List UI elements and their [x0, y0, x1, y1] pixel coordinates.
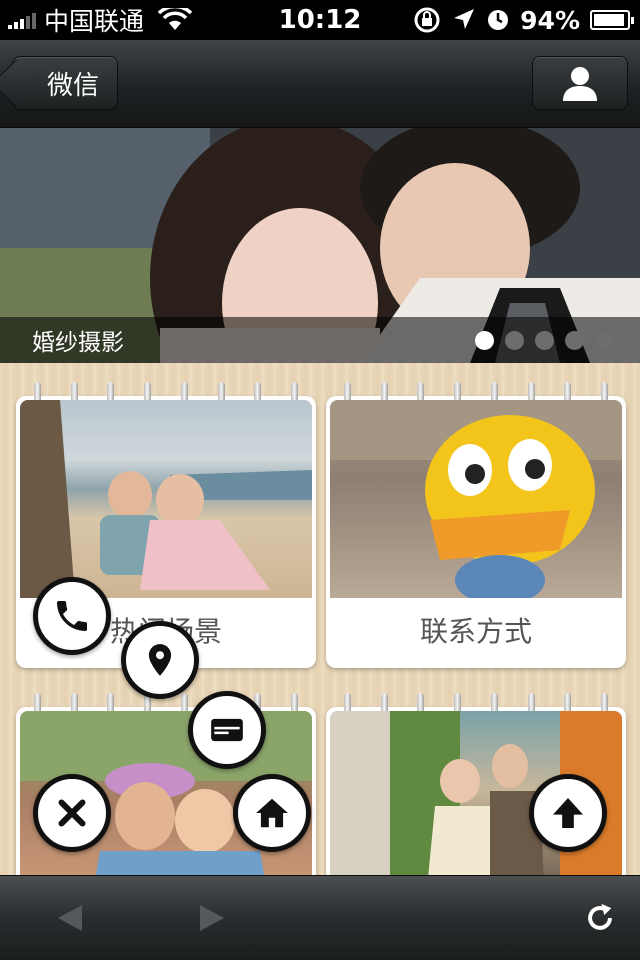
triangle-left-icon: [58, 905, 82, 931]
card-photo: [20, 400, 312, 598]
battery-icon: [590, 10, 634, 30]
triangle-right-icon: [200, 905, 224, 931]
wifi-icon: [158, 8, 193, 30]
close-menu-button[interactable]: [33, 774, 111, 852]
home-icon: [256, 798, 288, 828]
location-arrow-icon: [454, 9, 475, 29]
status-bar: 中国联通 10:12 94%: [0, 0, 640, 40]
menu-grid: 热门场景 联系方式: [0, 363, 640, 875]
signal-strength-icon: [8, 11, 36, 29]
carrier-name: 中国联通: [44, 7, 145, 36]
battery-percent: 94%: [520, 5, 580, 35]
card-button[interactable]: [188, 691, 266, 769]
browser-toolbar: [0, 875, 640, 960]
browser-back-button[interactable]: [50, 898, 90, 938]
back-button-label: 微信: [47, 70, 100, 101]
page-dot[interactable]: [595, 330, 614, 350]
page-dot-active[interactable]: [475, 330, 494, 350]
person-icon: [563, 67, 597, 101]
navigation-bar: 微信: [0, 40, 640, 128]
card-label: 联系方式: [419, 615, 532, 648]
rotation-lock-icon: [414, 7, 440, 33]
location-button[interactable]: [121, 621, 199, 699]
refresh-button[interactable]: [580, 898, 620, 938]
banner-caption-bar: 婚纱摄影: [0, 317, 640, 363]
back-button[interactable]: 微信: [12, 56, 118, 110]
banner-carousel[interactable]: 婚纱摄影: [0, 128, 640, 363]
card-icon: [211, 718, 243, 742]
card-photo: [330, 400, 622, 598]
page-indicator[interactable]: [475, 330, 614, 350]
page-dot[interactable]: [535, 330, 554, 350]
menu-card-contact[interactable]: 联系方式: [326, 382, 626, 668]
location-pin-icon: [148, 644, 172, 676]
scroll-top-button[interactable]: [529, 774, 607, 852]
browser-forward-button[interactable]: [192, 898, 232, 938]
page-dot[interactable]: [505, 330, 524, 350]
close-icon: [58, 799, 86, 827]
battery-level-fill: [594, 14, 625, 26]
profile-button[interactable]: [532, 56, 628, 110]
phone-button[interactable]: [33, 577, 111, 655]
phone-icon: [57, 601, 87, 631]
refresh-icon: [588, 903, 612, 930]
home-button[interactable]: [233, 774, 311, 852]
up-arrow-icon: [553, 798, 583, 828]
alarm-icon: [488, 10, 509, 30]
banner-caption: 婚纱摄影: [32, 330, 124, 356]
page-dot[interactable]: [565, 330, 584, 350]
